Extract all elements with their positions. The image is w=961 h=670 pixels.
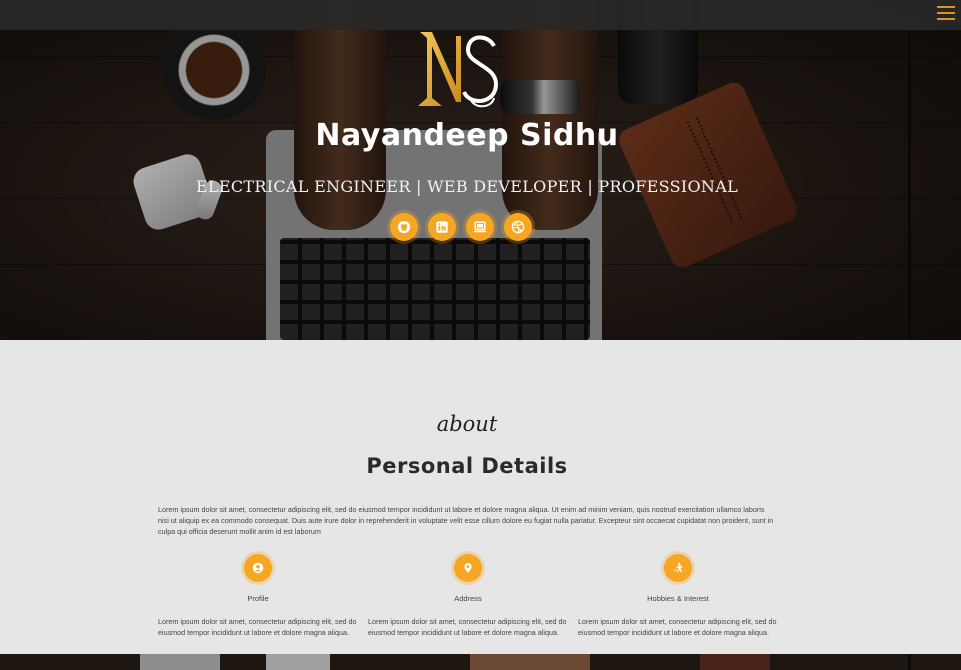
hobbies-card: Hobbies & Interest Lorem ipsum dolor sit…: [578, 552, 778, 638]
about-intro-text: Lorem ipsum dolor sit amet, consectetur …: [158, 505, 774, 536]
hero-section: Nayandeep Sidhu ELECTRICAL ENGINEER | WE…: [0, 0, 961, 340]
social-links: [390, 213, 532, 243]
linkedin-icon: [436, 221, 448, 233]
section-title: Personal Details: [366, 454, 568, 478]
github-icon: [397, 220, 411, 234]
about-script-label: about: [436, 412, 498, 436]
card-text: Lorem ipsum dolor sit amet, consectetur …: [158, 617, 357, 637]
top-navbar: [0, 0, 961, 30]
card-text: Lorem ipsum dolor sit amet, consectetur …: [368, 617, 567, 637]
laptop-icon: [473, 221, 487, 233]
hero-name: Nayandeep Sidhu: [315, 118, 619, 153]
dribbble-link[interactable]: [504, 213, 532, 241]
hero-tagline: ELECTRICAL ENGINEER | WEB DEVELOPER | PR…: [196, 177, 738, 196]
detail-cards: Profile Lorem ipsum dolor sit amet, cons…: [158, 552, 778, 638]
profile-card: Profile Lorem ipsum dolor sit amet, cons…: [158, 552, 358, 638]
user-icon: [244, 554, 272, 582]
card-title: Profile: [247, 594, 269, 603]
portfolio-link[interactable]: [466, 213, 494, 241]
about-section: about Personal Details Lorem ipsum dolor…: [0, 340, 961, 654]
address-card: Address Lorem ipsum dolor sit amet, cons…: [368, 552, 568, 638]
hamburger-menu-icon[interactable]: [937, 6, 955, 20]
dribbble-icon: [511, 220, 525, 234]
card-title: Hobbies & Interest: [647, 594, 709, 603]
map-pin-icon: [454, 554, 482, 582]
card-title: Address: [454, 594, 482, 603]
github-link[interactable]: [390, 213, 418, 241]
ns-logo[interactable]: [412, 28, 508, 110]
next-section-background: [0, 654, 961, 670]
card-text: Lorem ipsum dolor sit amet, consectetur …: [578, 617, 777, 637]
running-icon: [664, 554, 692, 582]
linkedin-link[interactable]: [428, 213, 456, 241]
